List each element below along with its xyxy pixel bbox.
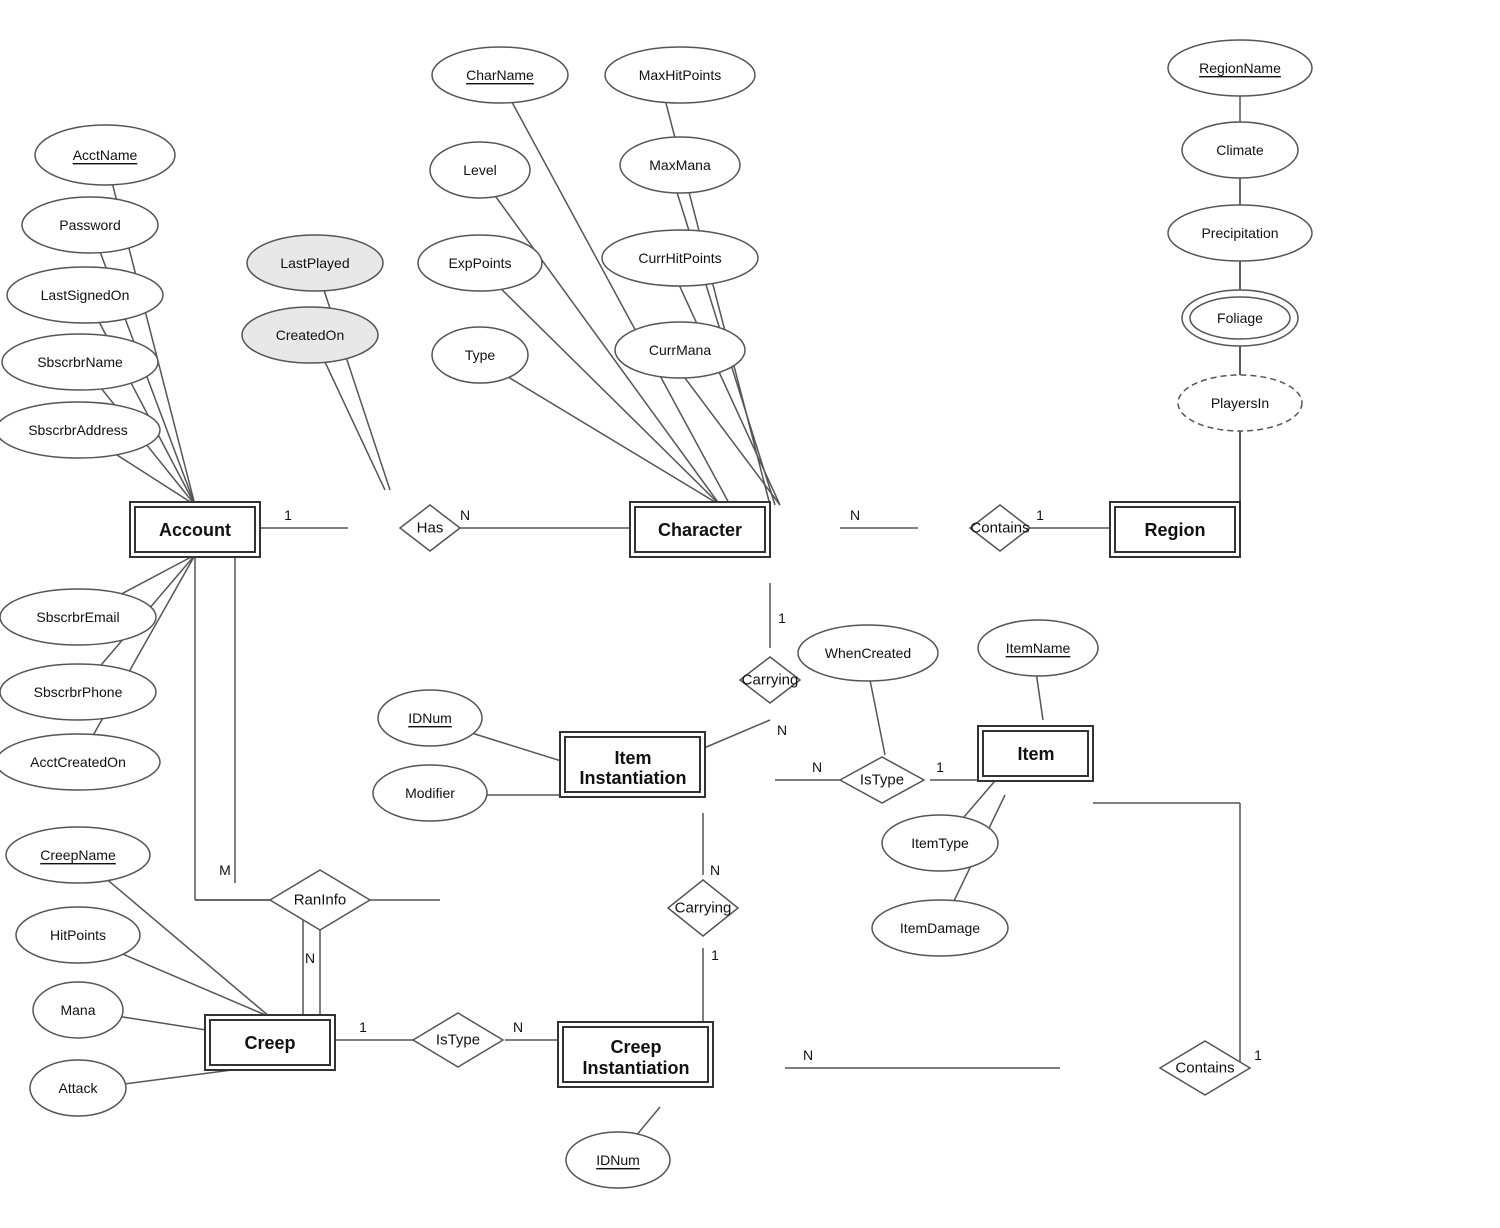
item-inst-label-line1: Item bbox=[614, 748, 651, 768]
maxmana-text: MaxMana bbox=[649, 157, 711, 173]
item-inst-label-line2: Instantiation bbox=[580, 768, 687, 788]
creepname-text: CreepName bbox=[40, 847, 116, 863]
account-label: Account bbox=[159, 520, 231, 540]
createdon-text: CreatedOn bbox=[276, 327, 344, 343]
foliage-text: Foliage bbox=[1217, 310, 1263, 326]
contains-creep-item-label: Contains bbox=[1175, 1060, 1234, 1077]
level-text: Level bbox=[463, 162, 496, 178]
itemtype-text: ItemType bbox=[911, 835, 969, 851]
region-label: Region bbox=[1145, 520, 1206, 540]
carrying-char-item-label: Carrying bbox=[742, 672, 799, 689]
currhitpoints-text: CurrHitPoints bbox=[638, 250, 721, 266]
sbscrbr-phone-text: SbscrbrPhone bbox=[34, 684, 123, 700]
lastplayed-text: LastPlayed bbox=[280, 255, 349, 271]
card-char-carrying-1: 1 bbox=[778, 610, 786, 626]
creep-inst-label-line2: Instantiation bbox=[583, 1058, 690, 1078]
card-iteminst-istype-n: N bbox=[812, 759, 822, 775]
card-account-has: 1 bbox=[284, 507, 292, 523]
creep-label: Creep bbox=[244, 1033, 295, 1053]
card-char-contains: N bbox=[850, 507, 860, 523]
climate-text: Climate bbox=[1216, 142, 1264, 158]
lastsignedon-text: LastSignedOn bbox=[41, 287, 130, 303]
itemdamage-text: ItemDamage bbox=[900, 920, 980, 936]
card-carrying-bottom-1: 1 bbox=[711, 947, 719, 963]
playersin-text: PlayersIn bbox=[1211, 395, 1269, 411]
card-raninfo-n: N bbox=[305, 950, 315, 966]
character-label: Character bbox=[658, 520, 742, 540]
attack-text: Attack bbox=[59, 1080, 99, 1096]
whencreated-text: WhenCreated bbox=[825, 645, 911, 661]
creep-inst-label-line1: Creep bbox=[610, 1037, 661, 1057]
raninfo-label: RanInfo bbox=[294, 892, 347, 909]
er-diagram: Has Contains Carrying IsType Carrying Is… bbox=[0, 0, 1500, 1228]
card-creepinst-contains-n: N bbox=[803, 1047, 813, 1063]
card-has-char: N bbox=[460, 507, 470, 523]
modifier-text: Modifier bbox=[405, 785, 455, 801]
precipitation-text: Precipitation bbox=[1201, 225, 1278, 241]
istype-item-label: IsType bbox=[860, 772, 904, 789]
type-text: Type bbox=[465, 347, 496, 363]
sbscrbraddress-text: SbscrbrAddress bbox=[28, 422, 128, 438]
exppoints-text: ExpPoints bbox=[448, 255, 511, 271]
card-contains-item-1: 1 bbox=[1254, 1047, 1262, 1063]
card-istype-creepinst-n: N bbox=[513, 1019, 523, 1035]
card-creep-istype-1: 1 bbox=[359, 1019, 367, 1035]
card-istype-item-1: 1 bbox=[936, 759, 944, 775]
sbscrbr-email-text: SbscrbrEmail bbox=[36, 609, 119, 625]
card-carrying-bottom-n: N bbox=[710, 862, 720, 878]
hitpoints-text: HitPoints bbox=[50, 927, 106, 943]
itemname-text: ItemName bbox=[1006, 640, 1071, 656]
sbscrbrname-text: SbscrbrName bbox=[37, 354, 123, 370]
has-label: Has bbox=[417, 520, 444, 537]
istype-creep-label: IsType bbox=[436, 1032, 480, 1049]
contains-char-region-label: Contains bbox=[970, 520, 1029, 537]
maxhitpoints-text: MaxHitPoints bbox=[639, 67, 721, 83]
card-contains-region: 1 bbox=[1036, 507, 1044, 523]
carrying-creep-item-label: Carrying bbox=[675, 900, 732, 917]
acctname-text: AcctName bbox=[73, 147, 138, 163]
idnum-creepinst-text: IDNum bbox=[596, 1152, 640, 1168]
regionname-text: RegionName bbox=[1199, 60, 1281, 76]
item-label: Item bbox=[1017, 744, 1054, 764]
card-carrying-iteminst-n: N bbox=[777, 722, 787, 738]
charname-text: CharName bbox=[466, 67, 534, 83]
currmana-text: CurrMana bbox=[649, 342, 711, 358]
mana-text: Mana bbox=[60, 1002, 95, 1018]
acctcreatedon-text: AcctCreatedOn bbox=[30, 754, 126, 770]
card-raninfo-m: M bbox=[219, 862, 231, 878]
password-text: Password bbox=[59, 217, 120, 233]
idnum-iteminst-text: IDNum bbox=[408, 710, 452, 726]
